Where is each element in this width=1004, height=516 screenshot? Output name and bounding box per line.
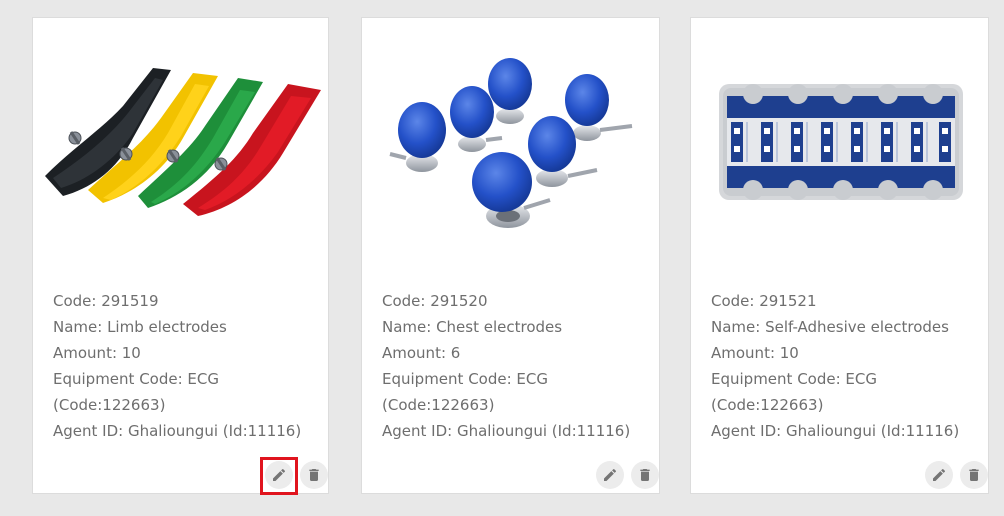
- item-agent-id: Agent ID: Ghalioungui (Id:11116): [382, 422, 631, 440]
- card-actions: [888, 459, 988, 493]
- item-agent-id: Agent ID: Ghalioungui (Id:11116): [711, 422, 960, 440]
- item-equipment-code: Equipment Code: ECG: [711, 370, 877, 388]
- limb-electrodes-image: [33, 18, 328, 278]
- item-equipment-code-id: (Code:122663): [711, 396, 824, 414]
- edit-button[interactable]: [925, 461, 953, 489]
- trash-icon: [969, 469, 979, 481]
- item-name: Name: Limb electrodes: [53, 318, 227, 336]
- item-code: Code: 291519: [53, 292, 159, 310]
- item-equipment-code-id: (Code:122663): [382, 396, 495, 414]
- item-amount: Amount: 10: [711, 344, 799, 362]
- item-equipment-code-id: (Code:122663): [53, 396, 166, 414]
- item-card: Code: 291520 Name: Chest electrodes Amou…: [361, 17, 660, 494]
- trash-icon: [640, 469, 650, 481]
- item-card: Code: 291521 Name: Self-Adhesive electro…: [690, 17, 989, 494]
- delete-button[interactable]: [300, 461, 328, 489]
- item-code: Code: 291520: [382, 292, 488, 310]
- item-card: Code: 291519 Name: Limb electrodes Amoun…: [32, 17, 329, 495]
- delete-button[interactable]: [960, 461, 988, 489]
- delete-button[interactable]: [631, 461, 659, 489]
- self-adhesive-electrodes-image: [691, 18, 988, 278]
- item-amount: Amount: 10: [53, 344, 141, 362]
- chest-electrodes-image: [362, 18, 659, 278]
- item-details: Code: 291520 Name: Chest electrodes Amou…: [382, 288, 649, 444]
- pencil-icon: [604, 468, 617, 481]
- item-agent-id: Agent ID: Ghalioungui (Id:11116): [53, 422, 302, 440]
- card-actions: [228, 457, 328, 495]
- item-details: Code: 291519 Name: Limb electrodes Amoun…: [53, 288, 318, 444]
- item-equipment-code: Equipment Code: ECG: [53, 370, 219, 388]
- card-actions: [559, 459, 659, 493]
- pencil-icon: [933, 468, 946, 481]
- edit-button[interactable]: [596, 461, 624, 489]
- item-name: Name: Self-Adhesive electrodes: [711, 318, 949, 336]
- item-details: Code: 291521 Name: Self-Adhesive electro…: [711, 288, 978, 444]
- item-amount: Amount: 6: [382, 344, 461, 362]
- item-name: Name: Chest electrodes: [382, 318, 563, 336]
- edit-button-highlight: [260, 457, 298, 495]
- trash-icon: [309, 469, 319, 481]
- item-equipment-code: Equipment Code: ECG: [382, 370, 548, 388]
- item-code: Code: 291521: [711, 292, 817, 310]
- equipment-items-grid: Code: 291519 Name: Limb electrodes Amoun…: [0, 0, 1004, 516]
